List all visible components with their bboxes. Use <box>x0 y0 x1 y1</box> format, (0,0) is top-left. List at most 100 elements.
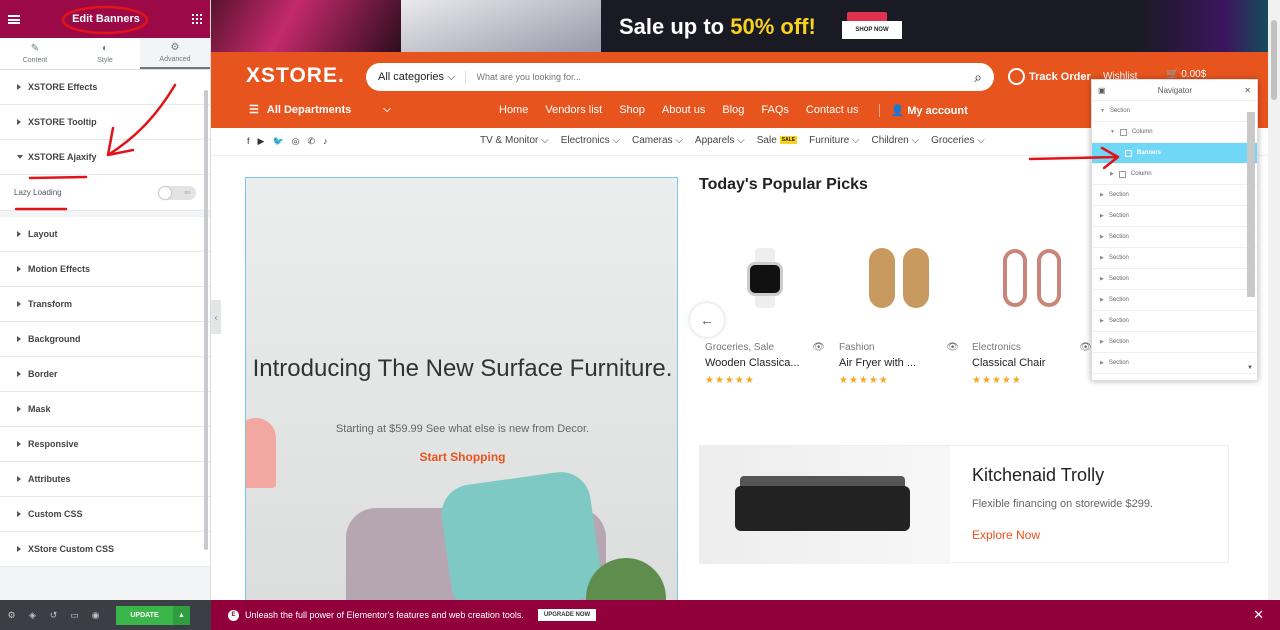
navigator-row-section[interactable]: ▶ Section <box>1092 206 1257 227</box>
site-logo[interactable]: XSTORE. <box>246 64 345 88</box>
collapse-panel-icon[interactable]: ‹ <box>211 300 221 334</box>
navigator-row-column[interactable]: ▶ Column <box>1092 164 1257 185</box>
caret-right-icon[interactable]: ▶ <box>1100 276 1104 282</box>
responsive-icon[interactable]: ▭ <box>69 610 80 621</box>
all-departments-menu[interactable]: ☰ All Departments ⌵ <box>249 103 391 117</box>
carousel-prev-arrow-icon[interactable]: ← <box>690 303 724 337</box>
track-order-link[interactable]: Track Order <box>1008 68 1091 85</box>
navigator-row-section[interactable]: ▶ Section <box>1092 185 1257 206</box>
navigator-row-section[interactable]: ▶ Section <box>1092 311 1257 332</box>
tab-advanced[interactable]: ⚙ Advanced <box>140 38 210 69</box>
close-icon[interactable]: ✕ <box>1244 86 1251 95</box>
history-icon[interactable]: ↺ <box>48 610 59 621</box>
tiktok-icon[interactable]: ♪ <box>323 136 328 147</box>
nav-blog[interactable]: Blog <box>722 104 744 117</box>
category-tv-monitor[interactable]: TV & Monitor ⌵ <box>480 135 549 146</box>
youtube-icon[interactable]: ▶ <box>258 136 265 147</box>
panel-scrollbar[interactable] <box>204 90 208 550</box>
menu-icon[interactable] <box>8 14 20 24</box>
nav-about-us[interactable]: About us <box>662 104 705 117</box>
navigator-row-section[interactable]: ▶ Section <box>1092 332 1257 353</box>
tab-content[interactable]: ✎ Content <box>0 38 70 69</box>
category-sale[interactable]: Sale SALE <box>757 135 798 146</box>
search-input[interactable] <box>476 72 975 82</box>
nav-faqs[interactable]: FAQs <box>761 104 789 117</box>
eye-icon[interactable]: 👁 <box>812 342 825 353</box>
product-name[interactable]: Air Fryer with ... <box>839 357 959 369</box>
layers-icon[interactable]: ◈ <box>27 610 38 621</box>
section-mask[interactable]: Mask <box>0 392 210 427</box>
nav-shop[interactable]: Shop <box>619 104 645 117</box>
section-layout[interactable]: Layout <box>0 217 210 252</box>
caret-right-icon[interactable]: ▶ <box>1100 339 1104 345</box>
section-background[interactable]: Background <box>0 322 210 357</box>
section-custom-css[interactable]: Custom CSS <box>0 497 210 532</box>
caret-down-icon[interactable]: ▼ <box>1100 108 1105 114</box>
category-select[interactable]: All categories ⌵ <box>378 70 467 84</box>
update-button[interactable]: UPDATE <box>116 605 173 625</box>
twitter-icon[interactable]: 🐦 <box>272 136 283 147</box>
section-responsive[interactable]: Responsive <box>0 427 210 462</box>
caret-right-icon[interactable]: ▶ <box>1100 297 1104 303</box>
scroll-down-icon[interactable]: ▼ <box>1247 365 1253 371</box>
product-image-shoes[interactable] <box>839 225 959 330</box>
section-attributes[interactable]: Attributes <box>0 462 210 497</box>
navigator-row-section[interactable]: ▼ Section <box>1092 101 1257 122</box>
section-border[interactable]: Border <box>0 357 210 392</box>
eye-icon[interactable]: 👁 <box>946 342 959 353</box>
navigator-row-column[interactable]: ▼ Column <box>1092 122 1257 143</box>
category-furniture[interactable]: Furniture ⌵ <box>809 135 859 146</box>
navigator-scrollbar[interactable] <box>1247 112 1255 297</box>
nav-vendors-list[interactable]: Vendors list <box>545 104 602 117</box>
product-name[interactable]: Classical Chair <box>972 357 1092 369</box>
nav-home[interactable]: Home <box>499 104 528 117</box>
explore-now-link[interactable]: Explore Now <box>972 528 1040 542</box>
promo-banner[interactable]: Sale up to 50% off! SHOP NOW <box>211 0 1280 52</box>
instagram-icon[interactable]: ◎ <box>292 136 300 147</box>
preview-eye-icon[interactable]: ◉ <box>90 610 101 621</box>
caret-right-icon[interactable]: ▶ <box>1100 234 1104 240</box>
category-electronics[interactable]: Electronics ⌵ <box>561 135 620 146</box>
tab-style[interactable]: ◐ Style <box>70 38 140 69</box>
navigator-header[interactable]: ▣ Navigator ✕ <box>1092 80 1257 101</box>
category-cameras[interactable]: Cameras ⌵ <box>632 135 683 146</box>
facebook-icon[interactable]: f <box>247 136 250 147</box>
search-icon[interactable]: ⌕ <box>974 69 982 86</box>
shop-now-button[interactable]: SHOP NOW <box>842 21 902 39</box>
product-card[interactable]: Groceries, Sale 👁 Wooden Classica... ★★★★… <box>705 225 825 386</box>
navigator-row-widget[interactable]: Banners <box>1092 143 1257 164</box>
navigator-row-section[interactable]: ▶ Section <box>1092 290 1257 311</box>
lazy-loading-toggle[interactable]: no <box>158 185 196 200</box>
my-account-link[interactable]: 👤 My account <box>879 104 968 117</box>
caret-right-icon[interactable]: ▶ <box>1100 255 1104 261</box>
caret-right-icon[interactable]: ▶ <box>1100 213 1104 219</box>
section-xstore-custom-css[interactable]: XStore Custom CSS <box>0 532 210 567</box>
kitchenaid-banner[interactable]: Kitchenaid Trolly Flexible financing on … <box>699 445 1229 564</box>
widgets-grid-icon[interactable] <box>191 14 202 24</box>
navigator-row-section[interactable]: ▶ Section <box>1092 269 1257 290</box>
navigator-row-section[interactable]: ▶ Section <box>1092 248 1257 269</box>
upgrade-now-button[interactable]: UPGRADE NOW <box>537 609 597 621</box>
product-card[interactable]: Fashion 👁 Air Fryer with ... ★★★★★ <box>839 225 959 386</box>
collapse-all-icon[interactable]: ▣ <box>1098 86 1106 95</box>
caret-down-icon[interactable]: ▼ <box>1110 129 1115 135</box>
navigator-row-section[interactable]: ▶ Section <box>1092 353 1257 374</box>
caret-right-icon[interactable]: ▶ <box>1100 318 1104 324</box>
page-scrollbar[interactable] <box>1268 0 1280 600</box>
hero-banner[interactable]: Introducing The New Surface Furniture. S… <box>245 177 678 602</box>
section-xstore-effects[interactable]: XSTORE Effects <box>0 70 210 105</box>
caret-right-icon[interactable]: ▶ <box>1100 192 1104 198</box>
settings-icon[interactable]: ⚙ <box>6 610 17 621</box>
category-apparels[interactable]: Apparels ⌵ <box>695 135 745 146</box>
category-children[interactable]: Children ⌵ <box>871 135 919 146</box>
section-xstore-ajaxify[interactable]: XSTORE Ajaxify <box>0 140 210 175</box>
section-xstore-tooltip[interactable]: XSTORE Tooltip <box>0 105 210 140</box>
caret-right-icon[interactable]: ▶ <box>1110 171 1114 177</box>
product-image-sandals[interactable] <box>972 225 1092 330</box>
product-name[interactable]: Wooden Classica... <box>705 357 825 369</box>
update-options-caret-icon[interactable]: ▲ <box>173 605 190 625</box>
whatsapp-icon[interactable]: ✆ <box>308 136 316 147</box>
nav-contact-us[interactable]: Contact us <box>806 104 859 117</box>
start-shopping-link[interactable]: Start Shopping <box>246 450 677 464</box>
close-icon[interactable]: ✕ <box>1253 607 1264 623</box>
